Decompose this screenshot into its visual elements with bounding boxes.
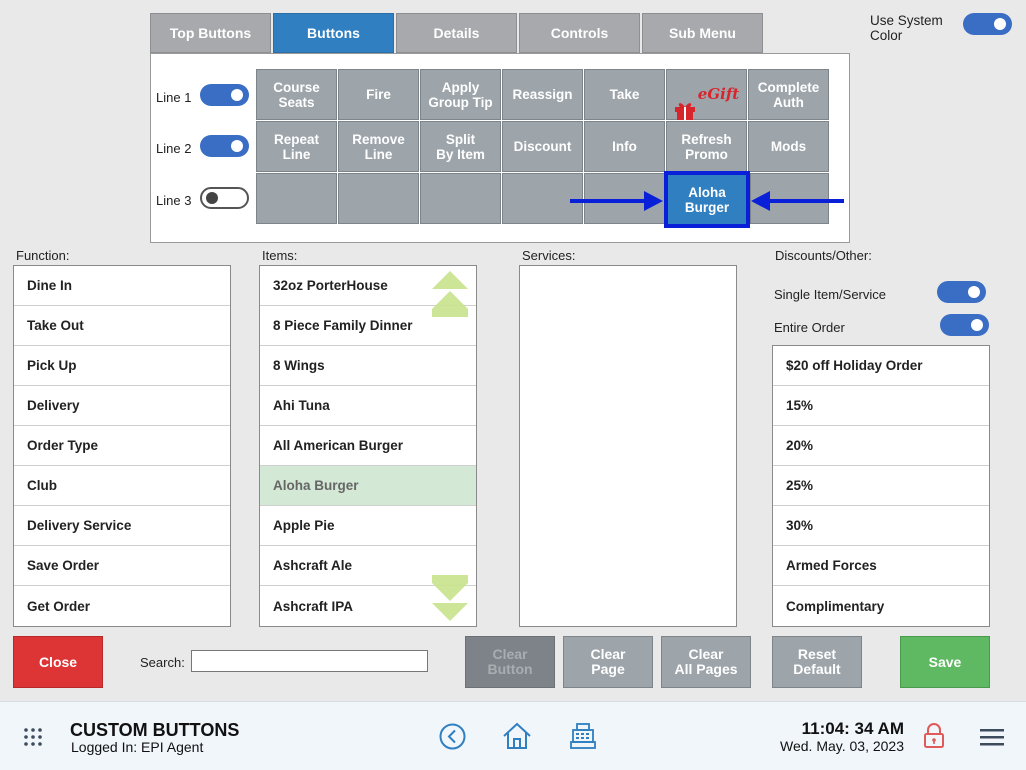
list-item[interactable]: Club [14, 466, 230, 506]
info-button[interactable]: Info [584, 121, 665, 172]
list-item[interactable]: Ahi Tuna [260, 386, 476, 426]
line-1-toggle[interactable] [200, 84, 249, 106]
clock-date: Wed. May. 03, 2023 [780, 738, 904, 754]
take-button[interactable]: Take [584, 69, 665, 120]
scroll-up-icon[interactable] [431, 270, 469, 318]
tab-buttons[interactable]: Buttons [273, 13, 394, 53]
discounts-heading: Discounts/Other: [775, 248, 872, 263]
repeat-line-button[interactable]: Repeat Line [256, 121, 337, 172]
list-item[interactable]: Delivery Service [14, 506, 230, 546]
discounts-list: $20 off Holiday Order 15% 20% 25% 30% Ar… [772, 345, 990, 627]
complete-auth-button[interactable]: Complete Auth [748, 69, 829, 120]
search-input[interactable] [191, 650, 428, 672]
back-circle-icon[interactable] [439, 723, 466, 750]
page-title: CUSTOM BUTTONS [70, 720, 240, 740]
reset-default-button[interactable]: Reset Default [772, 636, 862, 688]
services-list [519, 265, 737, 627]
list-item[interactable]: Delivery [14, 386, 230, 426]
clock-time: 11:04: 34 AM [801, 719, 904, 738]
single-item-service-toggle[interactable] [937, 281, 986, 303]
list-item[interactable]: Apple Pie [260, 506, 476, 546]
footer-bar: CUSTOM BUTTONS Logged In: EPI Agent 11:0… [0, 701, 1026, 770]
reassign-button[interactable]: Reassign [502, 69, 583, 120]
list-item[interactable]: Save Order [14, 546, 230, 586]
line-2-toggle[interactable] [200, 135, 249, 157]
items-heading: Items: [262, 248, 298, 263]
gift-icon [674, 85, 696, 120]
list-item[interactable]: 20% [773, 426, 989, 466]
list-item-selected[interactable]: Aloha Burger [260, 466, 476, 506]
list-item[interactable]: $20 off Holiday Order [773, 346, 989, 386]
list-item[interactable]: 8 Wings [260, 346, 476, 386]
home-icon[interactable] [502, 722, 532, 750]
line-2-label: Line 2 [156, 141, 192, 156]
split-by-item-button[interactable]: Split By Item [420, 121, 501, 172]
list-item[interactable]: Pick Up [14, 346, 230, 386]
fire-button[interactable]: Fire [338, 69, 419, 120]
cash-register-icon[interactable] [569, 722, 597, 750]
close-button[interactable]: Close [13, 636, 103, 688]
line-1-label: Line 1 [156, 90, 192, 105]
hamburger-menu-icon[interactable] [980, 727, 1004, 747]
empty-slot-button[interactable] [420, 173, 501, 224]
line-3-label: Line 3 [156, 193, 192, 208]
refresh-promo-button[interactable]: Refresh Promo [666, 121, 747, 172]
list-item[interactable]: Order Type [14, 426, 230, 466]
clear-button-button[interactable]: Clear Button [465, 636, 555, 688]
services-heading: Services: [522, 248, 576, 263]
entire-order-label: Entire Order [774, 320, 845, 335]
clear-page-button[interactable]: Clear Page [563, 636, 653, 688]
scroll-down-icon[interactable] [431, 574, 469, 622]
list-item[interactable]: Get Order [14, 586, 230, 626]
list-item[interactable]: Armed Forces [773, 546, 989, 586]
tab-controls[interactable]: Controls [519, 13, 640, 53]
remove-line-button[interactable]: Remove Line [338, 121, 419, 172]
lock-icon[interactable] [923, 723, 945, 749]
egift-label: eGift [697, 85, 740, 103]
single-item-service-label: Single Item/Service [774, 287, 886, 302]
list-item[interactable]: 30% [773, 506, 989, 546]
function-list: Dine In Take Out Pick Up Delivery Order … [13, 265, 231, 627]
tab-sub-menu[interactable]: Sub Menu [642, 13, 763, 53]
tab-details[interactable]: Details [396, 13, 517, 53]
empty-slot-button[interactable] [256, 173, 337, 224]
use-system-color-toggle[interactable] [963, 13, 1012, 35]
discount-button[interactable]: Discount [502, 121, 583, 172]
save-button[interactable]: Save [900, 636, 990, 688]
list-item[interactable]: Take Out [14, 306, 230, 346]
egift-button[interactable]: eGift [666, 69, 747, 120]
logged-in-label: Logged In: EPI Agent [71, 739, 204, 755]
apply-group-tip-button[interactable]: Apply Group Tip [420, 69, 501, 120]
arrow-right-icon [570, 191, 663, 211]
use-system-color-label: Use System Color [870, 13, 943, 43]
line-3-toggle[interactable] [200, 187, 249, 209]
clear-all-pages-button[interactable]: Clear All Pages [661, 636, 751, 688]
search-label: Search: [140, 655, 185, 670]
entire-order-toggle[interactable] [940, 314, 989, 336]
arrow-left-icon [751, 191, 844, 211]
list-item[interactable]: Complimentary [773, 586, 989, 626]
aloha-burger-button[interactable]: Aloha Burger [664, 171, 750, 228]
list-item[interactable]: Dine In [14, 266, 230, 306]
mods-button[interactable]: Mods [748, 121, 829, 172]
function-heading: Function: [16, 248, 70, 263]
apps-grid-icon[interactable] [23, 727, 43, 747]
list-item[interactable]: 25% [773, 466, 989, 506]
tab-top-buttons[interactable]: Top Buttons [150, 13, 271, 53]
list-item[interactable]: All American Burger [260, 426, 476, 466]
course-seats-button[interactable]: Course Seats [256, 69, 337, 120]
empty-slot-button[interactable] [338, 173, 419, 224]
items-list: 32oz PorterHouse 8 Piece Family Dinner 8… [259, 265, 477, 627]
list-item[interactable]: 15% [773, 386, 989, 426]
